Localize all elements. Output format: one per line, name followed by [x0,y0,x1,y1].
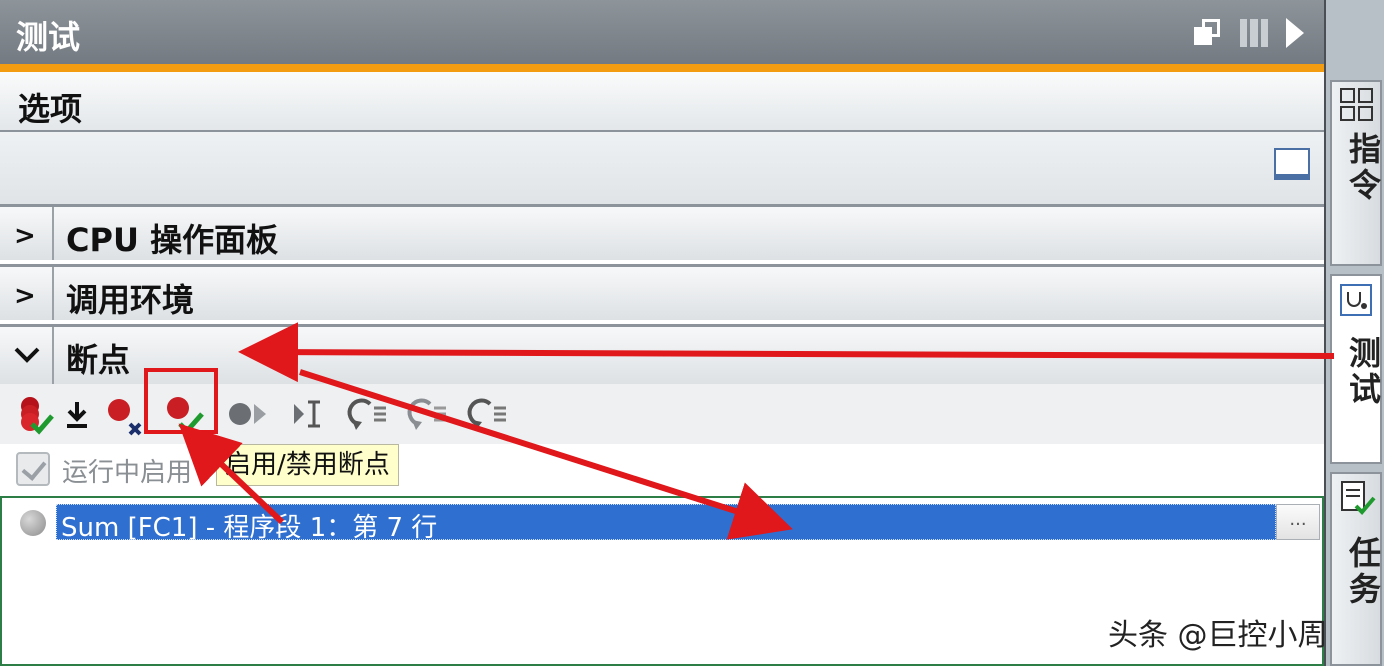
section-call-env[interactable]: > 调用环境 [0,264,1324,320]
tab-label: 指令 [1344,132,1382,204]
tab-instructions[interactable]: 指令 [1330,80,1382,266]
enable-during-run-row: 运行中启用 [0,444,1324,496]
tab-test[interactable]: 测试 [1330,274,1382,464]
stethoscope-icon [1340,284,1372,316]
side-tab-strip: 指令 测试 任务 [1326,0,1384,666]
enable-during-run-checkbox[interactable] [16,452,50,486]
breakpoint-status-icon [20,510,46,536]
enable-during-run-label: 运行中启用 [62,458,193,488]
collapse-chevron-icon[interactable] [0,327,54,384]
more-options-button[interactable]: ... [1276,504,1320,540]
tooltip: 启用/禁用断点 [216,444,399,486]
options-label: 选项 [18,90,83,128]
step-over-icon[interactable] [288,392,332,436]
download-icon[interactable] [60,392,94,436]
debug-panel: 测试 选项 > CPU 操作面板 > 调用环境 断点 运行中启用 启用/禁用断点… [0,0,1326,666]
panel-title: 测试 [16,18,81,56]
restore-icon[interactable] [1194,19,1222,47]
section-label: 断点 [66,341,131,379]
grid-icon [1340,88,1373,121]
accent-bar [0,64,1324,72]
title-bar: 测试 [0,0,1324,64]
expand-chevron-icon[interactable]: > [0,267,54,320]
breakpoints-stack-icon[interactable] [12,392,56,436]
panel-layout-icon[interactable] [1274,148,1310,180]
list-item[interactable]: Sum [FC1] - 程序段 1：第 7 行 [56,504,1276,543]
step-return-icon[interactable] [464,392,512,436]
section-label: 调用环境 [66,281,195,319]
highlight-box [144,368,218,434]
columns-icon[interactable] [1240,19,1268,47]
task-list-icon [1341,481,1376,515]
tab-label: 测试 [1344,336,1382,408]
tab-label: 任务 [1344,536,1382,608]
breakpoint-label: Sum [FC1] - 程序段 1：第 7 行 [61,513,438,543]
watermark: 头条 @巨控小周 [1108,618,1328,653]
window-controls [1194,18,1304,48]
section-cpu-panel[interactable]: > CPU 操作面板 [0,204,1324,260]
step-into-icon[interactable] [344,392,392,436]
tab-tasks[interactable]: 任务 [1330,472,1382,666]
step-out-icon[interactable] [404,392,452,436]
expand-arrow-icon[interactable] [1286,18,1304,48]
delete-breakpoint-icon[interactable] [102,392,146,436]
options-body [0,132,1324,204]
run-to-icon[interactable] [224,392,272,436]
expand-chevron-icon[interactable]: > [0,207,54,260]
options-header: 选项 [0,72,1324,132]
section-label: CPU 操作面板 [66,221,279,259]
